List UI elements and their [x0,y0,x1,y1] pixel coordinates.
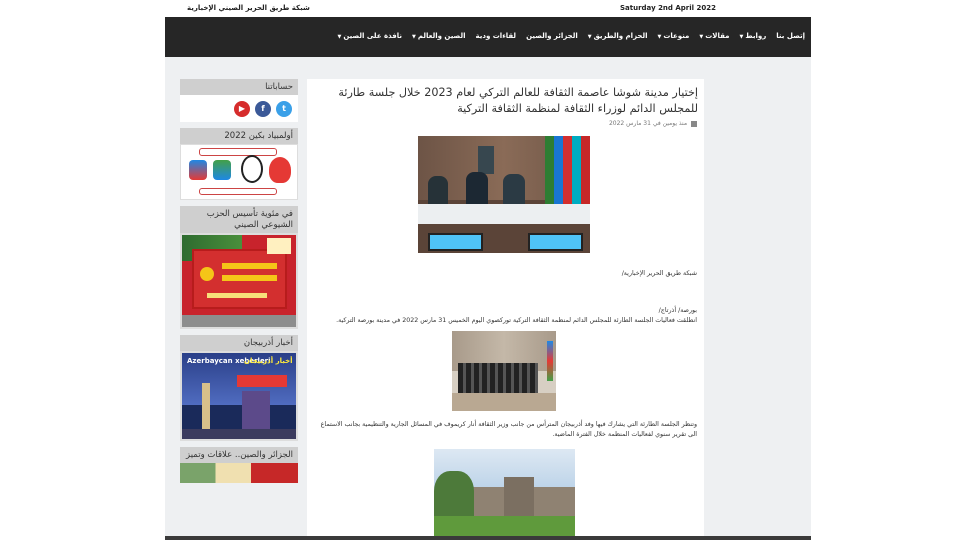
sidebar: حساباتنا ▶ f t أولمبياد بكين 2022 في مئو… [180,79,298,489]
article-meta: منذ يومين في 31 مارس 2022 [609,120,697,127]
mascot-lantern [269,157,291,184]
nav-item-label: منوعات [663,32,690,40]
nav-item-label: الجزائر والصين [526,32,578,40]
article-paragraph-2: وتنظر الجلسة الطارئة التي يشارك فيها وفد… [320,421,697,439]
azerbaijan-banner-arabic: أخبار أذربيجان [244,356,293,365]
cpc-centenary-banner[interactable] [180,232,298,329]
youtube-icon[interactable]: ▶ [234,100,250,117]
main-navbar: نافذة على الصين▼ الصين والعالم▼ لقاءات ودي… [165,17,811,57]
top-bar: شبكة طريق الحرير الصيني الإخبارية Saturd… [165,0,811,17]
nav-item-label: نافذة على الصين [343,32,403,40]
paralympic-emblem [213,160,231,181]
nav-item-label: إتصل بنا [776,32,805,40]
article-source: شبكة طريق الحرير الإخبارية/ [621,270,697,277]
nav-menu: نافذة على الصين▼ الصين والعالم▼ لقاءات ودي… [337,32,805,40]
article-date: منذ يومين في 31 مارس 2022 [608,120,688,127]
cpc-widget-title: في مئوية تأسيس الحزب الشيوعي الصيني [180,206,298,233]
chevron-down-icon: ▼ [337,34,342,40]
chevron-down-icon: ▼ [587,34,592,40]
nav-item-8[interactable]: إتصل بنا [776,32,805,40]
olympics-widget-title: أولمبياد بكين 2022 [180,128,298,145]
nav-item-label: لقاءات ودية [475,32,517,40]
nav-item-1[interactable]: الصين والعالم▼ [412,32,465,40]
olympics-banner[interactable] [180,144,298,201]
current-date: Saturday 2nd April 2022 [620,4,716,12]
nav-item-0[interactable]: نافذة على الصين▼ [337,32,402,40]
article-main: إختيار مدينة شوشا عاصمة الثقافة للعالم ا… [307,79,704,540]
social-icons: ▶ f t [180,95,298,123]
algeria-china-banner[interactable] [180,463,298,484]
azerbaijan-widget-title: أخبار أذربيجان [180,334,298,351]
nav-item-label: الصين والعالم [417,32,466,40]
centenary-badge [267,237,291,254]
chevron-down-icon: ▼ [739,34,744,40]
nav-item-label: مقالات [705,32,730,40]
accounts-widget-title: حساباتنا [180,79,298,96]
chevron-down-icon: ▼ [657,34,662,40]
chevron-down-icon: ▼ [412,34,416,40]
shusha-fortress-photo[interactable] [434,449,575,540]
chevron-down-icon: ▼ [699,34,704,40]
nav-item-4[interactable]: الحزام والطريق▼ [588,32,648,40]
meeting-photo[interactable] [418,136,590,253]
article-title[interactable]: إختيار مدينة شوشا عاصمة الثقافة للعالم ا… [313,85,698,116]
flags-row [545,136,590,206]
facebook-icon[interactable]: f [255,100,271,117]
calendar-icon [691,120,697,127]
article-paragraph-1: انطلقت فعاليات الجلسة الطارئة للمجلس الد… [336,317,697,324]
twitter-icon[interactable]: t [276,100,292,117]
azerbaijan-news-banner[interactable]: Azerbaycan xeberleri أخبار أذربيجان [180,350,298,441]
site-name[interactable]: شبكة طريق الحرير الصيني الإخبارية [187,4,310,12]
nav-item-2[interactable]: لقاءات ودية [476,32,517,40]
nav-item-label: روابط [745,32,767,40]
beijing-2022-emblem [189,160,207,181]
mascot-panda [241,155,263,184]
bottom-bar [165,536,811,540]
algeria-widget-title: الجزائر والصين.. علاقات وتميز [180,446,298,464]
hammer-sickle-icon [200,266,214,281]
news-badge [237,374,287,387]
nav-item-label: الحزام والطريق [593,32,648,40]
article-dateline: بورصة/ أذرتاج/ [658,307,697,314]
nav-item-5[interactable]: منوعات▼ [658,32,690,40]
nav-item-7[interactable]: روابط▼ [740,32,767,40]
nav-item-3[interactable]: الجزائر والصين [526,32,578,40]
group-photo[interactable] [452,331,556,411]
nav-item-6[interactable]: مقالات▼ [699,32,729,40]
